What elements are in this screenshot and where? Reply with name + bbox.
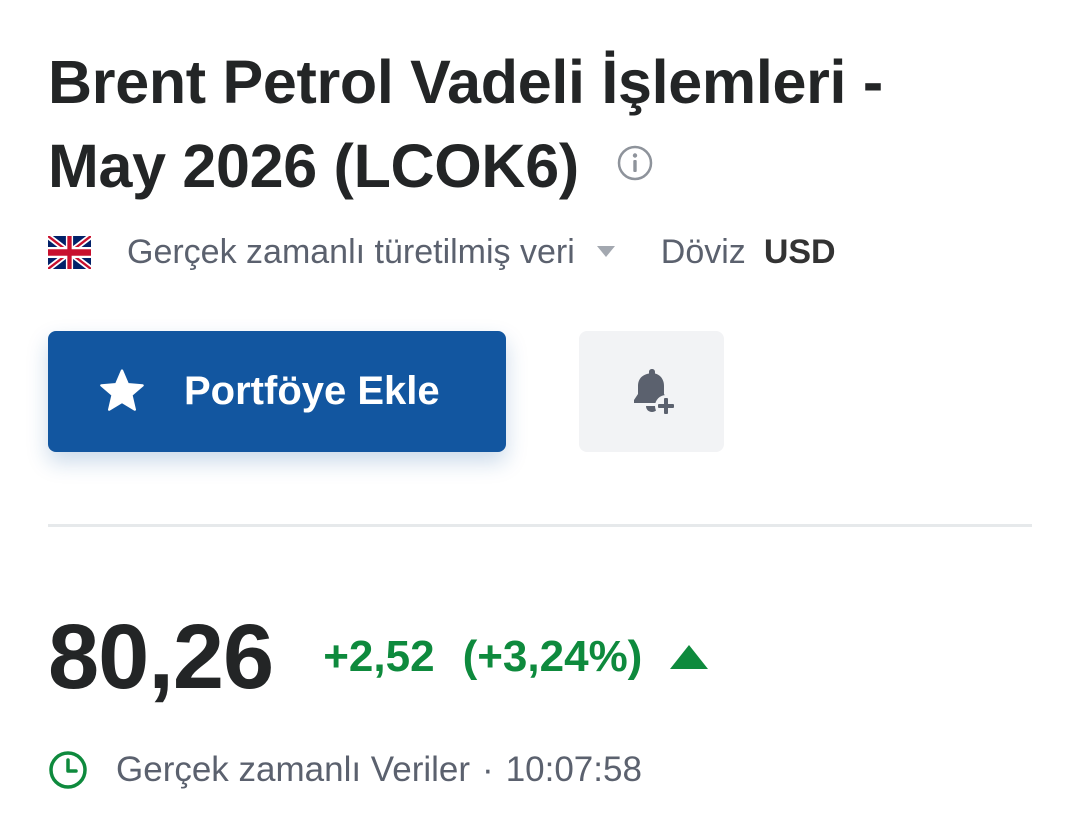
instrument-title-line2: May 2026 (LCOK6) <box>48 132 579 200</box>
instrument-title-line1: Brent Petrol Vadeli İşlemleri - <box>48 48 883 116</box>
status-separator: · <box>482 750 494 789</box>
data-source-dropdown[interactable]: Gerçek zamanlı türetilmiş veri <box>127 233 661 272</box>
meta-row: Gerçek zamanlı türetilmiş veri Döviz USD <box>48 226 836 278</box>
up-arrow-icon <box>670 645 709 669</box>
price-change: +2,52 <box>323 632 435 681</box>
bell-plus-icon <box>633 368 677 417</box>
star-icon <box>100 368 144 411</box>
currency-label: Döviz <box>660 232 746 271</box>
last-update-time: 10:07:58 <box>505 750 642 789</box>
last-price: 80,26 <box>48 605 274 708</box>
uk-flag-icon <box>48 235 91 269</box>
chevron-down-icon <box>596 246 615 257</box>
realtime-status-label: Gerçek zamanlı Veriler <box>116 750 471 789</box>
divider <box>48 524 1032 527</box>
clock-icon <box>49 751 87 789</box>
realtime-status-row: Gerçek zamanlı Veriler · 10:07:58 <box>48 742 642 798</box>
add-to-portfolio-button[interactable]: Portföye Ekle <box>48 331 506 452</box>
info-icon[interactable] <box>617 145 653 181</box>
add-alert-button[interactable] <box>579 331 724 452</box>
add-to-portfolio-label: Portföye Ekle <box>184 369 440 413</box>
price-row: 80,26 +2,52 (+3,24%) <box>48 602 709 712</box>
price-change-percent: (+3,24%) <box>462 632 643 681</box>
currency-value: USD <box>763 232 836 271</box>
data-source-label: Gerçek zamanlı türetilmiş veri <box>127 232 575 271</box>
instrument-title: Brent Petrol Vadeli İşlemleri - May 2026… <box>48 40 1048 208</box>
